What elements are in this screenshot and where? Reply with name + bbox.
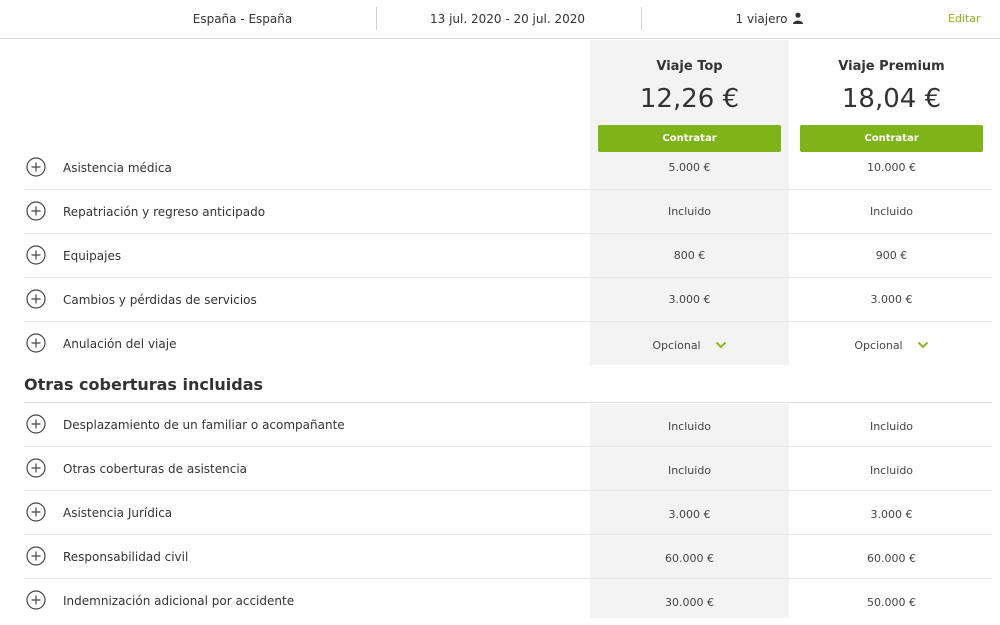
coverage-row[interactable]: Asistencia Jurídica 3.000 € 3.000 €: [0, 491, 1000, 535]
coverage-label: Cambios y pérdidas de servicios: [63, 293, 257, 307]
travelers-field: 1 viajero: [690, 0, 850, 38]
premium-value: Opcional: [854, 339, 903, 352]
top-value: 60.000 €: [665, 552, 714, 565]
coverage-row[interactable]: Indemnización adicional por accidente 30…: [0, 579, 1000, 623]
plus-circle-icon[interactable]: [26, 201, 46, 221]
plus-circle-icon[interactable]: [26, 333, 46, 353]
top-value: Incluido: [667, 464, 712, 477]
premium-value: 3.000 €: [870, 293, 913, 306]
top-value: Opcional: [652, 339, 701, 352]
plus-circle-icon[interactable]: [26, 502, 46, 522]
divider: [641, 7, 642, 30]
plus-circle-icon[interactable]: [26, 289, 46, 309]
divider: [376, 7, 377, 30]
dates-text: 13 jul. 2020 - 20 jul. 2020: [429, 12, 585, 26]
premium-value: 900 €: [875, 249, 908, 262]
trip-summary-bar: España - España 13 jul. 2020 - 20 jul. 2…: [0, 0, 1000, 39]
top-value: 3.000 €: [668, 508, 711, 521]
travelers-text: 1 viajero: [735, 12, 788, 26]
chevron-down-icon[interactable]: [715, 341, 727, 349]
plan-top-header: Viaje Top 12,26 € Contratar: [590, 40, 789, 152]
premium-value: 3.000 €: [870, 508, 913, 521]
coverage-label: Indemnización adicional por accidente: [63, 594, 295, 608]
premium-value: 50.000 €: [867, 596, 916, 609]
plus-circle-icon[interactable]: [26, 414, 46, 434]
plus-circle-icon[interactable]: [26, 590, 46, 610]
coverage-row[interactable]: Repatriación y regreso anticipado Inclui…: [0, 190, 1000, 234]
coverage-row[interactable]: Desplazamiento de un familiar o acompaña…: [0, 403, 1000, 447]
chevron-down-icon[interactable]: [917, 341, 929, 349]
other-coverages-heading: Otras coberturas incluidas: [24, 365, 992, 403]
top-value: 3.000 €: [668, 293, 711, 306]
edit-link[interactable]: Editar: [948, 0, 981, 38]
coverage-row[interactable]: Equipajes 800 € 900 €: [0, 234, 1000, 278]
user-icon: [793, 12, 804, 24]
coverage-row[interactable]: Asistencia médica 5.000 € 10.000 €: [0, 146, 1000, 190]
top-value: Incluido: [667, 205, 712, 218]
plan-premium-header: Viaje Premium 18,04 € Contratar: [792, 40, 991, 152]
premium-value: 10.000 €: [867, 161, 916, 174]
section-title: Otras coberturas incluidas: [24, 375, 264, 394]
top-value: 800 €: [673, 249, 706, 262]
coverage-label: Asistencia Jurídica: [63, 506, 173, 520]
coverage-row[interactable]: Anulación del viaje Opcional Opcional: [0, 322, 1000, 366]
coverage-label: Equipajes: [63, 249, 122, 263]
coverage-label: Asistencia médica: [63, 161, 172, 175]
plan-price: 18,04 €: [841, 84, 942, 114]
premium-value: Incluido: [869, 420, 914, 433]
coverage-label: Otras coberturas de asistencia: [63, 462, 248, 476]
coverage-label: Desplazamiento de un familiar o acompaña…: [63, 418, 345, 432]
coverage-row[interactable]: Cambios y pérdidas de servicios 3.000 € …: [0, 278, 1000, 322]
premium-value: Incluido: [869, 205, 914, 218]
top-optional-select[interactable]: Opcional: [590, 324, 789, 368]
plan-name: Viaje Top: [656, 59, 723, 74]
coverage-label: Responsabilidad civil: [63, 550, 189, 564]
top-value: 30.000 €: [665, 596, 714, 609]
route-text: España - España: [192, 12, 293, 26]
top-value: 5.000 €: [668, 161, 711, 174]
coverage-row[interactable]: Responsabilidad civil 60.000 € 60.000 €: [0, 535, 1000, 579]
plus-circle-icon[interactable]: [26, 157, 46, 177]
coverage-row[interactable]: Otras coberturas de asistencia Incluido …: [0, 447, 1000, 491]
premium-value: 60.000 €: [867, 552, 916, 565]
plus-circle-icon[interactable]: [26, 546, 46, 566]
plus-circle-icon[interactable]: [26, 245, 46, 265]
top-value: Incluido: [667, 420, 712, 433]
coverage-label: Anulación del viaje: [63, 337, 177, 351]
premium-optional-select[interactable]: Opcional: [792, 324, 991, 368]
plan-price: 12,26 €: [639, 84, 740, 114]
coverage-label: Repatriación y regreso anticipado: [63, 205, 266, 219]
plan-name: Viaje Premium: [838, 59, 945, 74]
plus-circle-icon[interactable]: [26, 458, 46, 478]
premium-value: Incluido: [869, 464, 914, 477]
